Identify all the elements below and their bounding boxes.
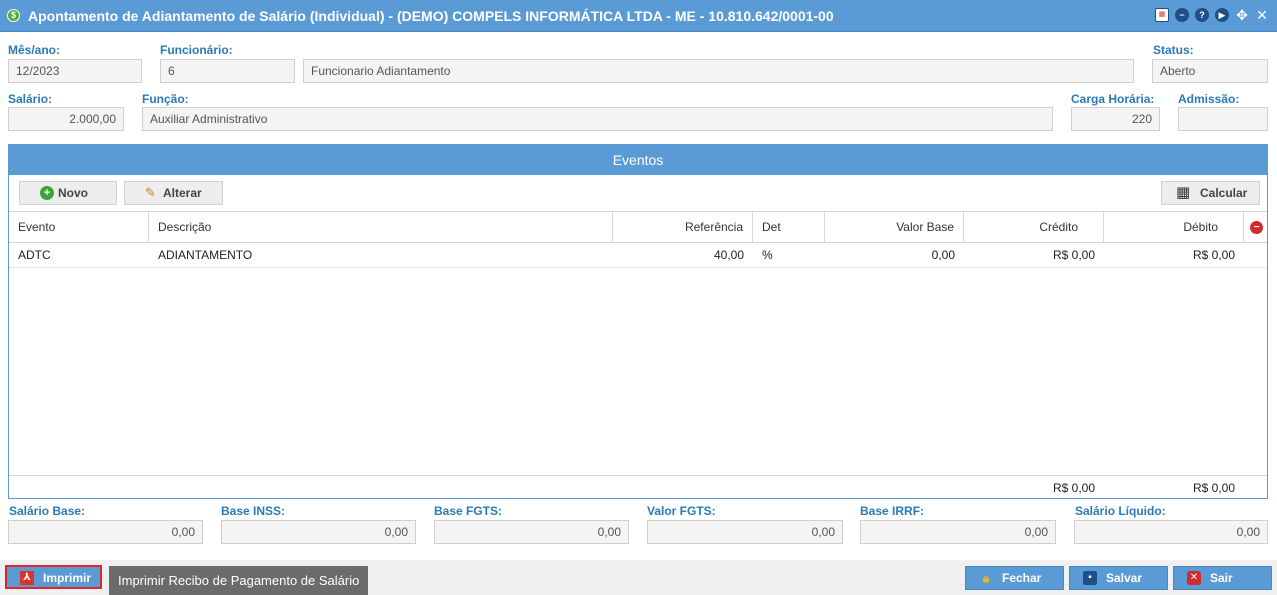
mes-ano-label: Mês/ano:	[8, 43, 61, 57]
col-debito[interactable]: Débito	[1104, 212, 1244, 242]
admissao-field[interactable]	[1178, 107, 1268, 131]
cell-referencia: 40,00	[713, 248, 744, 262]
grid-header: Evento Descrição Referência Det Valor Ba…	[9, 211, 1267, 243]
cell-credito: R$ 0,00	[1052, 248, 1095, 262]
valor-fgts-label: Valor FGTS:	[647, 504, 716, 518]
window-title: Apontamento de Adiantamento de Salário (…	[28, 8, 834, 24]
col-evento[interactable]: Evento	[9, 212, 149, 242]
window-titlebar: $ Apontamento de Adiantamento de Salário…	[0, 0, 1277, 32]
exit-icon: ✕	[1187, 571, 1201, 585]
minus-circle-icon[interactable]: −	[1175, 8, 1189, 22]
status-label: Status:	[1153, 43, 1194, 57]
salario-field[interactable]: 2.000,00	[8, 107, 124, 131]
salario-label: Salário:	[8, 92, 53, 106]
funcao-label: Função:	[142, 92, 189, 106]
salario-liquido-label: Salário Líquido:	[1075, 504, 1166, 518]
salario-base-field[interactable]: 0,00	[8, 520, 203, 544]
imprimir-button[interactable]: ⅄ Imprimir	[5, 565, 102, 589]
base-inss-label: Base INSS:	[221, 504, 286, 518]
valor-fgts-field[interactable]: 0,00	[647, 520, 843, 544]
base-inss-field[interactable]: 0,00	[221, 520, 416, 544]
alterar-label: Alterar	[163, 186, 202, 200]
save-icon: ▪	[1083, 571, 1097, 585]
admissao-label: Admissão:	[1178, 92, 1240, 106]
calcular-button[interactable]: ▦ Calcular	[1161, 181, 1260, 205]
sair-button[interactable]: ✕ Sair	[1173, 566, 1272, 590]
window-tools: ▦ − ? ▶ ✥ ✕	[1155, 8, 1269, 22]
calculator-icon: ▦	[1176, 184, 1191, 201]
eventos-grid: Evento Descrição Referência Det Valor Ba…	[9, 211, 1267, 268]
total-credito: R$ 0,00	[1052, 481, 1095, 495]
salvar-button[interactable]: ▪ Salvar	[1069, 566, 1168, 590]
base-irrf-label: Base IRRF:	[860, 504, 925, 518]
add-icon: +	[40, 186, 54, 200]
eventos-title: Eventos	[9, 145, 1267, 175]
novo-button[interactable]: + Novo	[19, 181, 117, 205]
calendar-icon[interactable]: ▦	[1155, 8, 1169, 22]
pdf-icon: ⅄	[20, 571, 34, 585]
sair-label: Sair	[1210, 571, 1233, 585]
pencil-icon: ✎	[145, 185, 156, 200]
close-icon[interactable]: ✕	[1255, 8, 1269, 22]
collapse-icon[interactable]: ✥	[1235, 8, 1249, 22]
cell-evento: ADTC	[18, 248, 51, 262]
col-credito[interactable]: Crédito	[964, 212, 1104, 242]
table-row[interactable]: ADTC ADIANTAMENTO 40,00 % 0,00 R$ 0,00 R…	[9, 243, 1267, 268]
eventos-panel: Eventos + Novo ✎ Alterar ▦ Calcular Even…	[8, 144, 1268, 499]
cell-debito: R$ 0,00	[1192, 248, 1235, 262]
col-valor-base[interactable]: Valor Base	[825, 212, 964, 242]
remove-column-icon[interactable]: −	[1250, 221, 1263, 234]
funcao-field[interactable]: Auxiliar Administrativo	[142, 107, 1053, 131]
play-icon[interactable]: ▶	[1215, 8, 1229, 22]
carga-horaria-field[interactable]: 220	[1071, 107, 1160, 131]
base-irrf-field[interactable]: 0,00	[860, 520, 1056, 544]
app-icon: $	[7, 9, 20, 22]
cell-det: %	[762, 248, 773, 262]
salario-base-label: Salário Base:	[9, 504, 86, 518]
calcular-label: Calcular	[1200, 186, 1248, 200]
novo-label: Novo	[58, 186, 88, 200]
col-referencia[interactable]: Referência	[613, 212, 753, 242]
imprimir-tooltip: Imprimir Recibo de Pagamento de Salário	[109, 566, 369, 595]
lock-icon: 🔒︎	[982, 571, 990, 585]
fechar-label: Fechar	[1002, 571, 1042, 585]
imprimir-label: Imprimir	[43, 571, 92, 585]
cell-valor-base: 0,00	[931, 248, 955, 262]
salario-liquido-field[interactable]: 0,00	[1074, 520, 1268, 544]
funcionario-name-field[interactable]: Funcionario Adiantamento	[303, 59, 1134, 83]
total-debito: R$ 0,00	[1192, 481, 1235, 495]
col-descricao[interactable]: Descrição	[149, 212, 613, 242]
alterar-button[interactable]: ✎ Alterar	[124, 181, 223, 205]
cell-descricao: ADIANTAMENTO	[158, 248, 253, 262]
fechar-button[interactable]: 🔒︎ Fechar	[965, 566, 1064, 590]
grid-totals: R$ 0,00 R$ 0,00	[9, 475, 1267, 499]
status-field[interactable]: Aberto	[1152, 59, 1268, 83]
help-icon[interactable]: ?	[1195, 8, 1209, 22]
carga-horaria-label: Carga Horária:	[1071, 92, 1155, 106]
col-det[interactable]: Det	[753, 212, 825, 242]
funcionario-code-field[interactable]: 6	[160, 59, 295, 83]
base-fgts-field[interactable]: 0,00	[434, 520, 629, 544]
funcionario-label: Funcionário:	[160, 43, 233, 57]
salvar-label: Salvar	[1106, 571, 1143, 585]
base-fgts-label: Base FGTS:	[434, 504, 503, 518]
mes-ano-field[interactable]: 12/2023	[8, 59, 142, 83]
